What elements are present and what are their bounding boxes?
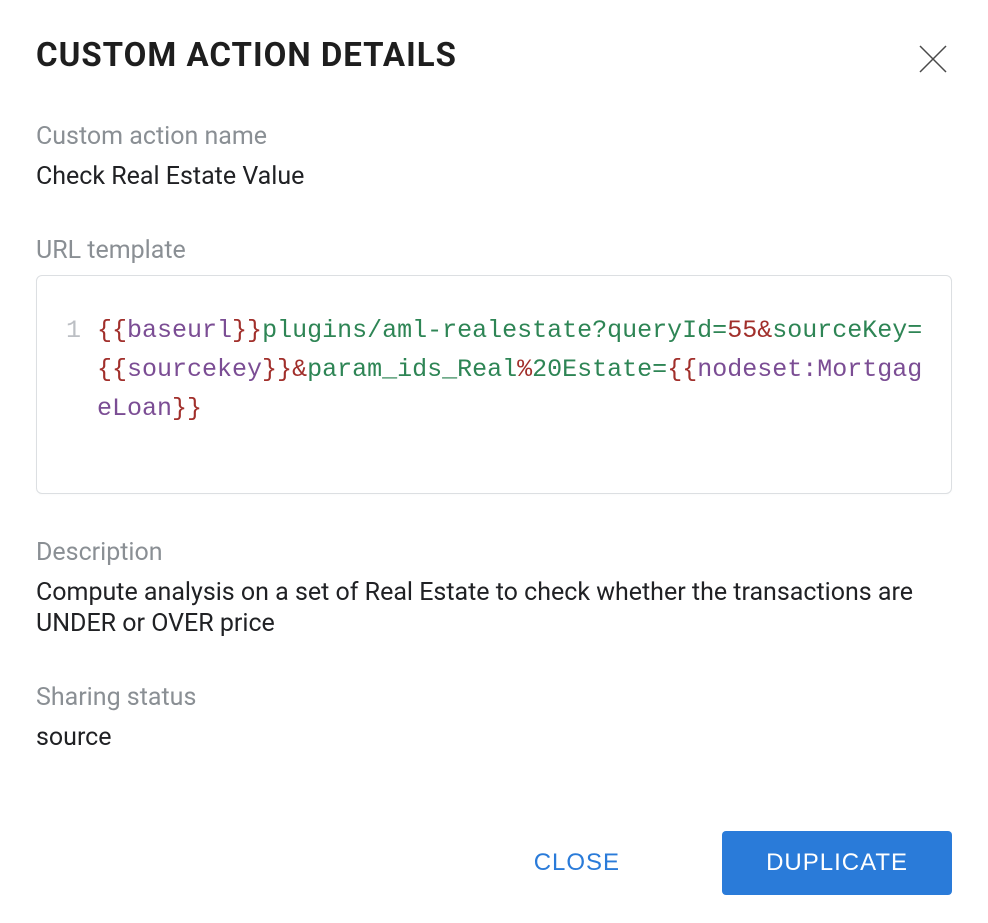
- duplicate-button[interactable]: DUPLICATE: [722, 831, 952, 895]
- code-token: }}: [172, 394, 202, 423]
- code-token: {{: [667, 355, 697, 384]
- code-gutter: 1: [65, 312, 97, 428]
- code-token: }}: [262, 355, 292, 384]
- code-token: &: [292, 355, 307, 384]
- code-token: {{: [97, 355, 127, 384]
- code-token: =: [712, 316, 727, 345]
- close-button[interactable]: CLOSE: [490, 831, 664, 895]
- code-token: -: [427, 316, 442, 345]
- code-token: sourcekey: [127, 355, 262, 384]
- code-token: 55: [727, 316, 757, 345]
- code-token: param_ids_Real: [307, 355, 517, 384]
- code-token: =: [907, 316, 922, 345]
- field-description: Description Compute analysis on a set of…: [36, 538, 952, 640]
- description-label: Description: [36, 538, 952, 567]
- sharing-status-value: source: [36, 722, 952, 753]
- description-value: Compute analysis on a set of Real Estate…: [36, 577, 952, 640]
- code-token: baseurl: [127, 316, 232, 345]
- url-template-label: URL template: [36, 236, 952, 265]
- code-token: queryId: [607, 316, 712, 345]
- sharing-status-label: Sharing status: [36, 683, 952, 712]
- field-url-template: URL template 1 {{baseurl}}plugins/aml-re…: [36, 236, 952, 493]
- close-icon[interactable]: [914, 40, 952, 78]
- code-token: 20Estate: [532, 355, 652, 384]
- code-token: &: [757, 316, 772, 345]
- dialog-header: CUSTOM ACTION DETAILS: [36, 36, 952, 78]
- code-token: =: [652, 355, 667, 384]
- name-value: Check Real Estate Value: [36, 161, 952, 192]
- code-token: {{: [97, 316, 127, 345]
- code-token: %: [517, 355, 532, 384]
- name-label: Custom action name: [36, 122, 952, 151]
- field-sharing-status: Sharing status source: [36, 683, 952, 753]
- code-token: plugins/aml: [262, 316, 427, 345]
- dialog-footer: CLOSE DUPLICATE: [36, 831, 952, 895]
- code-token: realestate?: [442, 316, 607, 345]
- field-custom-action-name: Custom action name Check Real Estate Val…: [36, 122, 952, 192]
- line-number: 1: [65, 312, 81, 351]
- code-content: {{baseurl}}plugins/aml-realestate?queryI…: [97, 312, 923, 428]
- code-token: }}: [232, 316, 262, 345]
- code-token: sourceKey: [772, 316, 907, 345]
- custom-action-dialog: CUSTOM ACTION DETAILS Custom action name…: [0, 0, 988, 923]
- dialog-title: CUSTOM ACTION DETAILS: [36, 36, 457, 75]
- url-template-editor[interactable]: 1 {{baseurl}}plugins/aml-realestate?quer…: [36, 275, 952, 493]
